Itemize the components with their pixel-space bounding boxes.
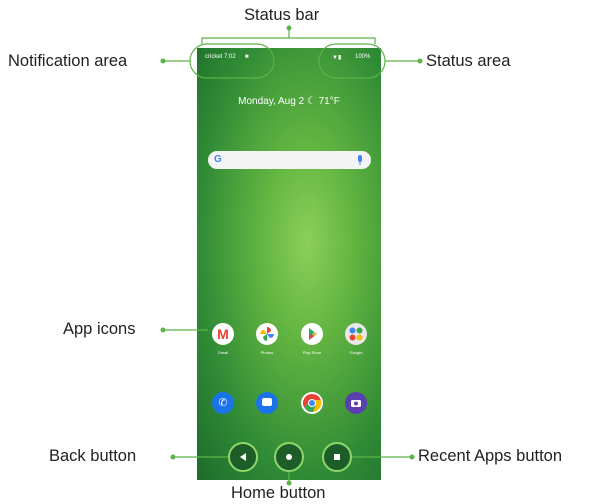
- notification-area-outline: [189, 43, 275, 79]
- status-area-outline: [318, 43, 386, 79]
- back-button[interactable]: [228, 442, 258, 472]
- recent-apps-button[interactable]: [322, 442, 352, 472]
- callout-leaders: [160, 25, 423, 486]
- home-button[interactable]: [274, 442, 304, 472]
